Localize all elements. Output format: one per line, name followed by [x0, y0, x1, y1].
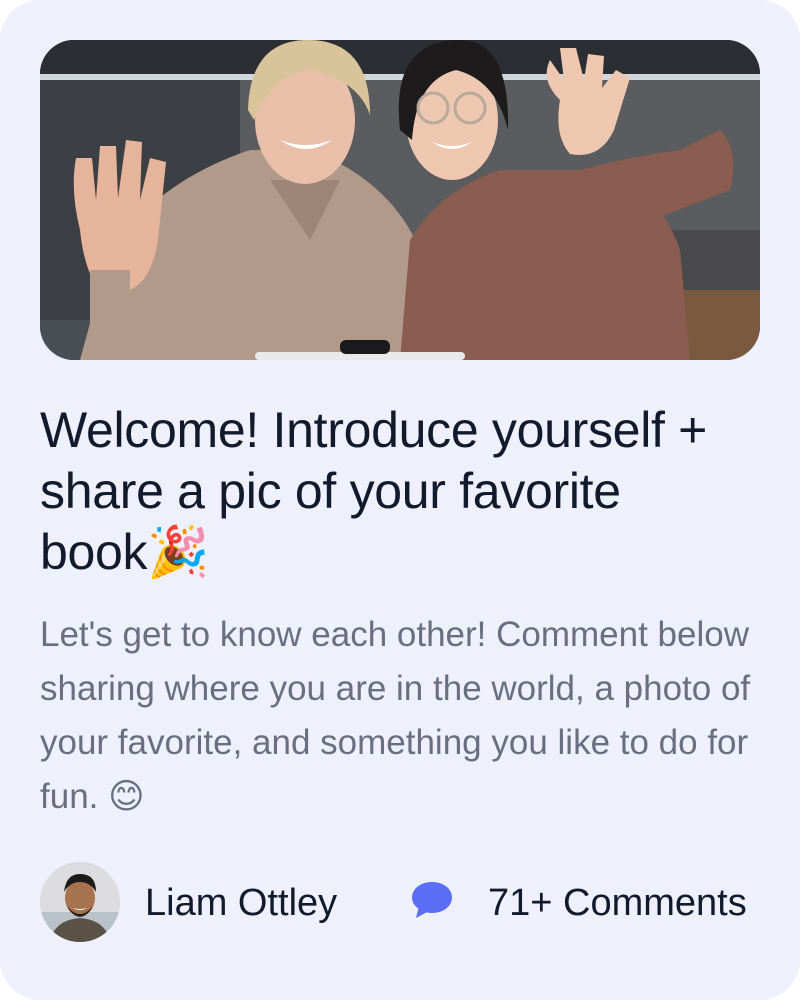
comments-count-link[interactable]: 71+ Comments — [488, 881, 747, 925]
cover-photo-illustration — [40, 40, 760, 360]
post-cover-image — [40, 40, 760, 360]
post-card[interactable]: Welcome! Introduce yourself + share a pi… — [0, 0, 800, 1000]
author-avatar-image — [40, 862, 120, 942]
post-description: Let's get to know each other! Comment be… — [40, 615, 751, 816]
chat-bubble-icon[interactable] — [410, 880, 454, 920]
author-avatar[interactable] — [40, 862, 120, 942]
post-footer: Liam Ottley 71+ Comments — [40, 862, 760, 942]
author-name[interactable]: Liam Ottley — [145, 881, 337, 925]
post-title[interactable]: Welcome! Introduce yourself + share a pi… — [40, 400, 740, 583]
